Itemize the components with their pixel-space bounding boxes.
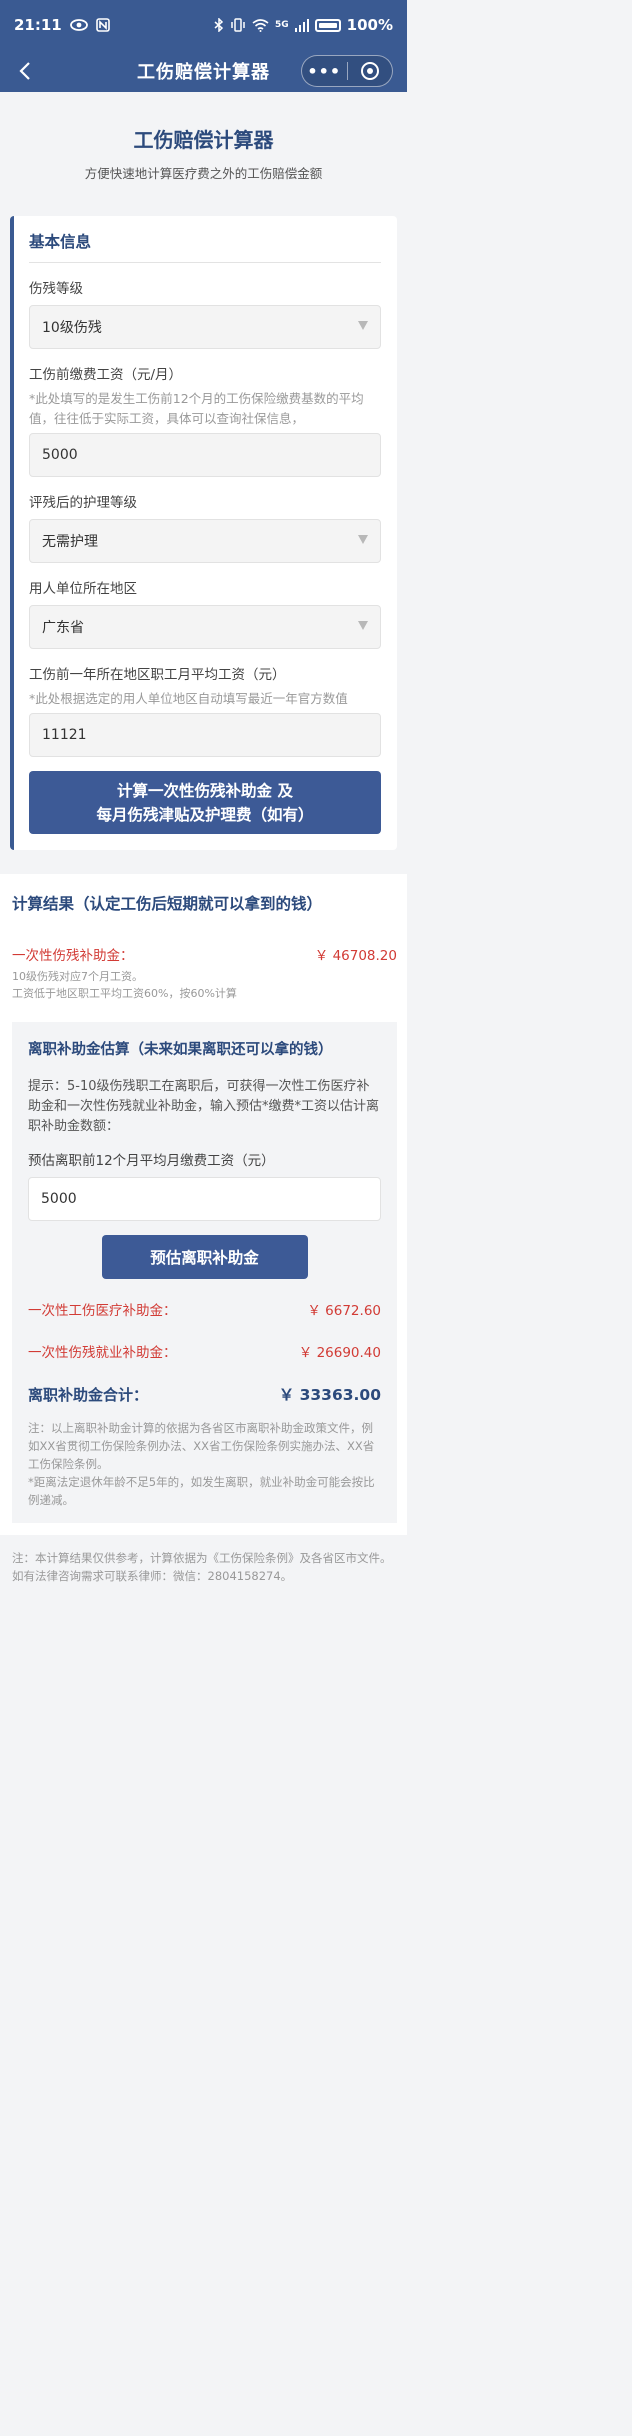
network-label: 5G <box>275 19 289 30</box>
footer-note: 注：本计算结果仅供参考，计算依据为《工伤保险条例》及各省区市文件。如有法律咨询需… <box>12 1551 392 1583</box>
employment-subsidy-row: 一次性伤残就业补助金： ￥ 26690.40 <box>28 1341 381 1361</box>
resign-note-2: *距离法定退休年龄不足5年的，如发生离职，就业补助金可能会按比例递减。 <box>28 1475 375 1507</box>
lump-sum-row: 一次性伤残补助金： ￥ 46708.20 <box>12 944 397 964</box>
lump-sum-note-2: 工资低于地区职工平均工资60%，按60%计算 <box>12 987 237 1000</box>
lump-sum-value: ￥ 46708.20 <box>314 948 397 964</box>
calculate-button[interactable]: 计算一次性伤残补助金 及 每月伤残津贴及护理费（如有） <box>29 771 381 834</box>
disability-level-label: 伤残等级 <box>29 281 83 297</box>
page-subtitle: 方便快速地计算医疗费之外的工伤赔偿金额 <box>84 166 323 181</box>
avg-wage-label: 工伤前一年所在地区职工月平均工资（元） <box>29 667 286 683</box>
basic-info-title: 基本信息 <box>29 230 381 263</box>
resign-note-1: 注：以上离职补助金计算的依据为各省区市离职补助金政策文件，例如XX省贯彻工伤保险… <box>28 1421 375 1471</box>
avg-wage-value: 11121 <box>42 727 87 743</box>
total-row: 离职补助金合计： ￥ 33363.00 <box>28 1383 381 1405</box>
wage-hint: *此处填写的是发生工伤前12个月的工伤保险缴费基数的平均值，往往低于实际工资，具… <box>29 391 364 426</box>
page-header: 工伤赔偿计算器 方便快速地计算医疗费之外的工伤赔偿金额 <box>0 92 407 216</box>
avg-wage-hint: *此处根据选定的用人单位地区自动填写最近一年官方数值 <box>29 691 348 706</box>
mini-program-capsule: ••• <box>301 55 393 87</box>
disability-level-value: 10级伤残 <box>42 320 102 336</box>
more-icon[interactable]: ••• <box>302 62 347 81</box>
lump-sum-note-1: 10级伤残对应7个月工资。 <box>12 970 143 983</box>
target-icon <box>360 62 379 80</box>
care-level-value: 无需护理 <box>42 534 98 550</box>
eye-icon <box>69 19 88 31</box>
medical-subsidy-value: ￥ 6672.60 <box>307 1303 381 1319</box>
back-icon[interactable] <box>14 58 38 84</box>
close-mini-program-button[interactable] <box>348 62 393 80</box>
nav-title: 工伤赔偿计算器 <box>137 62 270 83</box>
resign-input-label: 预估离职前12个月平均月缴费工资（元） <box>28 1153 275 1169</box>
wage-input[interactable]: 5000 <box>29 433 381 477</box>
calculate-button-line1: 计算一次性伤残补助金 及 <box>117 781 293 800</box>
region-label: 用人单位所在地区 <box>29 581 137 597</box>
resign-wage-value: 5000 <box>41 1191 77 1207</box>
vibrate-icon <box>231 18 245 32</box>
estimate-button[interactable]: 预估离职补助金 <box>101 1235 308 1279</box>
dropdown-arrow-icon <box>358 535 368 544</box>
page-title: 工伤赔偿计算器 <box>133 128 274 152</box>
wifi-icon <box>252 18 269 32</box>
resign-section: 离职补助金估算（未来如果离职还可以拿的钱） 提示：5-10级伤残职工在离职后，可… <box>12 1022 397 1523</box>
employment-subsidy-label: 一次性伤残就业补助金： <box>28 1345 177 1361</box>
avg-wage-input[interactable]: 11121 <box>29 713 381 757</box>
wage-label: 工伤前缴费工资（元/月） <box>29 367 183 383</box>
bluetooth-icon <box>214 18 224 32</box>
dropdown-arrow-icon <box>358 321 368 330</box>
status-bar: 21:11 5G 100% <box>0 0 407 50</box>
region-value: 广东省 <box>42 620 84 636</box>
nfc-icon <box>95 18 110 32</box>
total-value: ￥ 33363.00 <box>278 1386 381 1404</box>
region-select[interactable]: 广东省 <box>29 605 381 649</box>
medical-subsidy-row: 一次性工伤医疗补助金： ￥ 6672.60 <box>28 1299 381 1319</box>
resign-wage-input[interactable]: 5000 <box>28 1177 381 1221</box>
care-level-select[interactable]: 无需护理 <box>29 519 381 563</box>
nav-bar: 工伤赔偿计算器 ••• <box>0 50 407 92</box>
total-label: 离职补助金合计： <box>28 1385 149 1404</box>
care-level-label: 评残后的护理等级 <box>29 495 137 511</box>
basic-info-card: 基本信息 伤残等级 10级伤残 工伤前缴费工资（元/月） *此处填写的是发生工伤… <box>10 216 397 850</box>
battery-icon <box>314 18 341 32</box>
medical-subsidy-label: 一次性工伤医疗补助金： <box>28 1303 177 1319</box>
lump-sum-label: 一次性伤残补助金： <box>12 948 134 964</box>
calculate-button-line2: 每月伤残津贴及护理费（如有） <box>96 805 314 824</box>
result-section: 计算结果（认定工伤后短期就可以拿到的钱） 一次性伤残补助金： ￥ 46708.2… <box>0 874 407 1535</box>
wage-value: 5000 <box>42 447 78 463</box>
disability-level-select[interactable]: 10级伤残 <box>29 305 381 349</box>
battery-level: 100% <box>346 16 393 34</box>
employment-subsidy-value: ￥ 26690.40 <box>298 1345 381 1361</box>
resign-title: 离职补助金估算（未来如果离职还可以拿的钱） <box>28 1042 333 1058</box>
dropdown-arrow-icon <box>358 621 368 630</box>
resign-tip: 提示：5-10级伤残职工在离职后，可获得一次性工伤医疗补助金和一次性伤残就业补助… <box>28 1079 380 1134</box>
status-time: 21:11 <box>14 16 62 34</box>
result-title: 计算结果（认定工伤后短期就可以拿到的钱） <box>12 895 323 913</box>
signal-icon <box>294 18 309 32</box>
